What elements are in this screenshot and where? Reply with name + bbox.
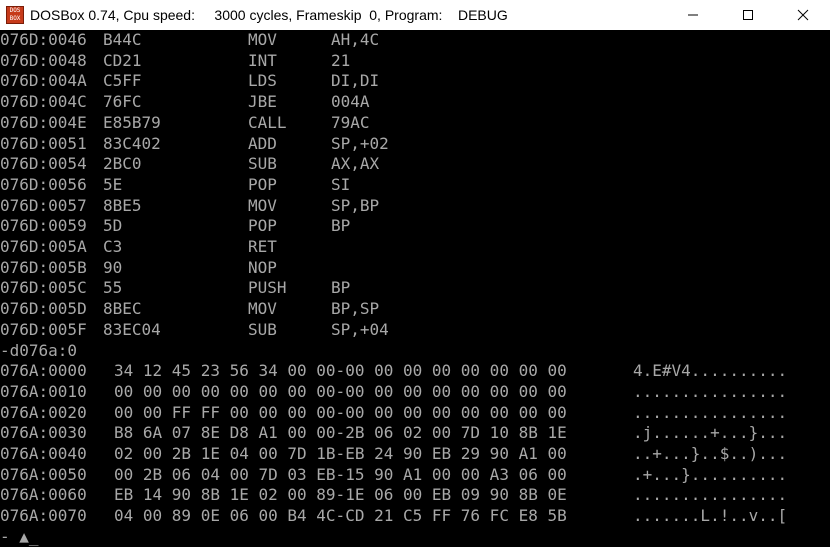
dump-address: 076A:0070 (0, 506, 87, 526)
disasm-bytes: B44C (103, 30, 142, 49)
disasm-address: 076D:004C (0, 92, 87, 112)
disasm-mnemonic: MOV (248, 195, 277, 215)
disasm-address: 076D:005A (0, 237, 87, 256)
dump-hex: 04 00 89 0E 06 00 B4 4C-CD 21 C5 FF 76 F… (114, 506, 567, 526)
dump-address: 076A:0010 (0, 381, 87, 401)
dump-hex: 02 00 2B 1E 04 00 7D 1B-EB 24 90 EB 29 9… (114, 444, 567, 463)
disasm-operands: 21 (331, 50, 351, 70)
dump-hex: 00 00 00 00 00 00 00 00-00 00 00 00 00 0… (114, 381, 567, 401)
disasm-mnemonic: NOP (248, 257, 277, 277)
disasm-mnemonic: RET (248, 237, 277, 256)
dump-hex: EB 14 90 8B 1E 02 00 89-1E 06 00 EB 09 9… (114, 485, 567, 505)
disasm-operands: SP,+02 (331, 133, 389, 153)
disasm-mnemonic: LDS (248, 71, 277, 91)
dump-address: 076A:0030 (0, 423, 87, 443)
dump-ascii: ................ (633, 402, 788, 422)
disasm-address: 076D:0051 (0, 133, 87, 153)
dosbox-window: DOS BOX DOSBox 0.74, Cpu speed: 3000 cyc… (0, 0, 830, 547)
prompt-text: - ▲_ (0, 526, 39, 546)
disasm-bytes: 83EC04 (103, 319, 161, 339)
disasm-operands: 004A (331, 92, 370, 112)
disasm-address: 076D:0056 (0, 174, 87, 194)
disasm-operands: SI (331, 174, 351, 194)
disasm-bytes: C3 (103, 237, 123, 256)
disasm-address: 076D:0048 (0, 50, 87, 70)
disasm-operands: SP,BP (331, 195, 380, 215)
dump-ascii: ................ (633, 485, 788, 505)
disasm-address: 076D:005D (0, 299, 87, 319)
disasm-mnemonic: SUB (248, 154, 277, 174)
disasm-bytes: 8BE5 (103, 195, 142, 215)
disasm-address: 076D:0059 (0, 216, 87, 236)
disasm-mnemonic: SUB (248, 319, 277, 339)
disasm-operands: 79AC (331, 112, 370, 132)
disasm-bytes: 83C402 (103, 133, 161, 153)
dump-address: 076A:0020 (0, 402, 87, 422)
close-icon (797, 9, 808, 21)
disasm-operands: BP (331, 278, 351, 298)
disasm-bytes: 2BC0 (103, 154, 142, 174)
window-controls (665, 0, 830, 30)
command-text: -d076a:0 (0, 340, 78, 360)
disasm-operands: BP,SP (331, 299, 380, 319)
disasm-operands: AX,AX (331, 154, 380, 174)
disasm-address: 076D:005F (0, 319, 87, 339)
disasm-operands: BP (331, 216, 351, 236)
dump-address: 076A:0000 (0, 361, 87, 381)
disasm-mnemonic: INT (248, 50, 277, 70)
disasm-bytes: 8BEC (103, 299, 142, 319)
disasm-bytes: CD21 (103, 50, 142, 70)
disasm-operands: DI,DI (331, 71, 380, 91)
disasm-operands: AH,4C (331, 30, 380, 49)
close-button[interactable] (775, 0, 830, 30)
minimize-icon (687, 14, 698, 16)
dump-ascii: 4.E#V4.......... (633, 361, 788, 381)
dump-ascii: ................ (633, 381, 788, 401)
disasm-mnemonic: MOV (248, 299, 277, 319)
disasm-address: 076D:0046 (0, 30, 87, 49)
dump-hex: 00 00 FF FF 00 00 00 00-00 00 00 00 00 0… (114, 402, 567, 422)
dosbox-icon: DOS BOX (6, 6, 24, 24)
disasm-address: 076D:004E (0, 112, 87, 132)
disasm-address: 076D:0054 (0, 154, 87, 174)
disasm-bytes: 5D (103, 216, 123, 236)
disasm-address: 076D:004A (0, 71, 87, 91)
disasm-mnemonic: ADD (248, 133, 277, 153)
disasm-bytes: 90 (103, 257, 123, 277)
disasm-mnemonic: CALL (248, 112, 287, 132)
minimize-button[interactable] (665, 0, 720, 30)
disasm-bytes: 76FC (103, 92, 142, 112)
disasm-address: 076D:0057 (0, 195, 87, 215)
disasm-address: 076D:005B (0, 257, 87, 277)
maximize-button[interactable] (720, 0, 775, 30)
disasm-operands: SP,+04 (331, 319, 389, 339)
dos-console[interactable]: 076D:0046 B44C MOV AH,4C 076D:0048 CD21 INT 21 0… (0, 30, 830, 547)
icon-text-top: DOS (9, 7, 21, 14)
disasm-mnemonic: MOV (248, 30, 277, 49)
disasm-mnemonic: JBE (248, 92, 277, 112)
dump-hex: B8 6A 07 8E D8 A1 00 00-2B 06 02 00 7D 1… (114, 423, 567, 443)
dump-address: 076A:0050 (0, 464, 87, 484)
disasm-mnemonic: POP (248, 216, 277, 236)
window-title: DOSBox 0.74, Cpu speed: 3000 cycles, Fra… (30, 7, 508, 23)
icon-text-bottom: BOX (9, 15, 21, 22)
disasm-bytes: E85B79 (103, 112, 161, 132)
disasm-address: 076D:005C (0, 278, 87, 298)
dump-ascii: ..+...}..$..)... (633, 444, 788, 463)
dump-ascii: .+...}.......... (633, 464, 788, 484)
dump-address: 076A:0060 (0, 485, 87, 505)
disasm-mnemonic: POP (248, 174, 277, 194)
maximize-icon (742, 10, 753, 20)
dump-ascii: .......L.!..v..[ (633, 506, 788, 526)
disasm-mnemonic: PUSH (248, 278, 287, 298)
dump-hex: 00 2B 06 04 00 7D 03 EB-15 90 A1 00 00 A… (114, 464, 567, 484)
dump-hex: 34 12 45 23 56 34 00 00-00 00 00 00 00 0… (114, 361, 567, 381)
disasm-bytes: C5FF (103, 71, 142, 91)
disasm-bytes: 5E (103, 174, 123, 194)
dump-address: 076A:0040 (0, 444, 87, 463)
dump-ascii: .j......+...}... (633, 423, 788, 443)
title-bar: DOS BOX DOSBox 0.74, Cpu speed: 3000 cyc… (0, 0, 830, 30)
disasm-bytes: 55 (103, 278, 123, 298)
